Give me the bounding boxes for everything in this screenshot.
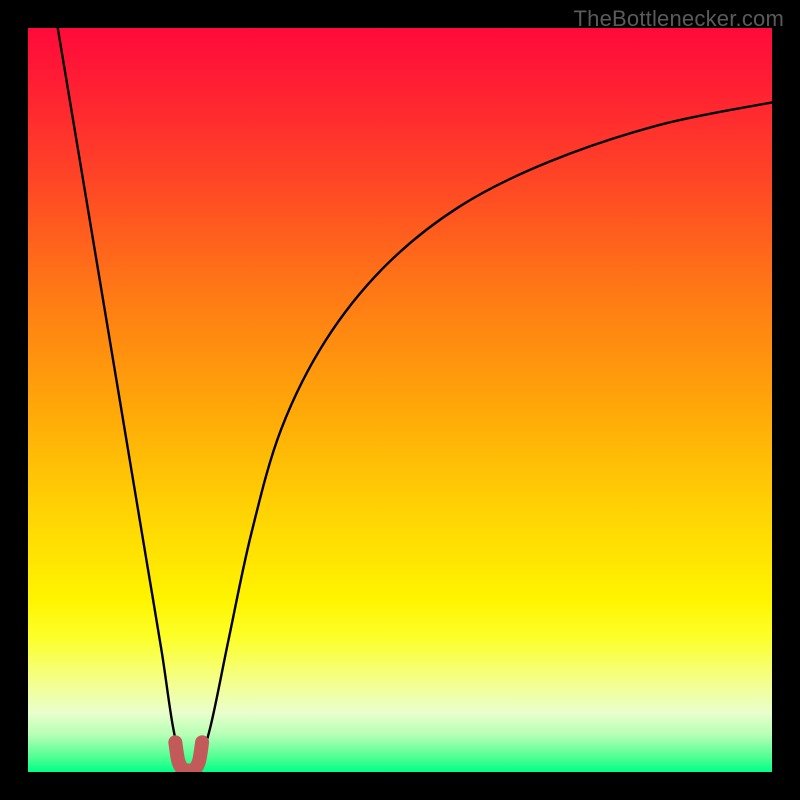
plot-area (28, 28, 772, 772)
curve-layer (28, 28, 772, 772)
bottleneck-curve (58, 28, 772, 772)
watermark-label: TheBottlenecker.com (574, 6, 784, 32)
valley-marker-icon (175, 742, 202, 770)
chart-frame: TheBottlenecker.com (0, 0, 800, 800)
